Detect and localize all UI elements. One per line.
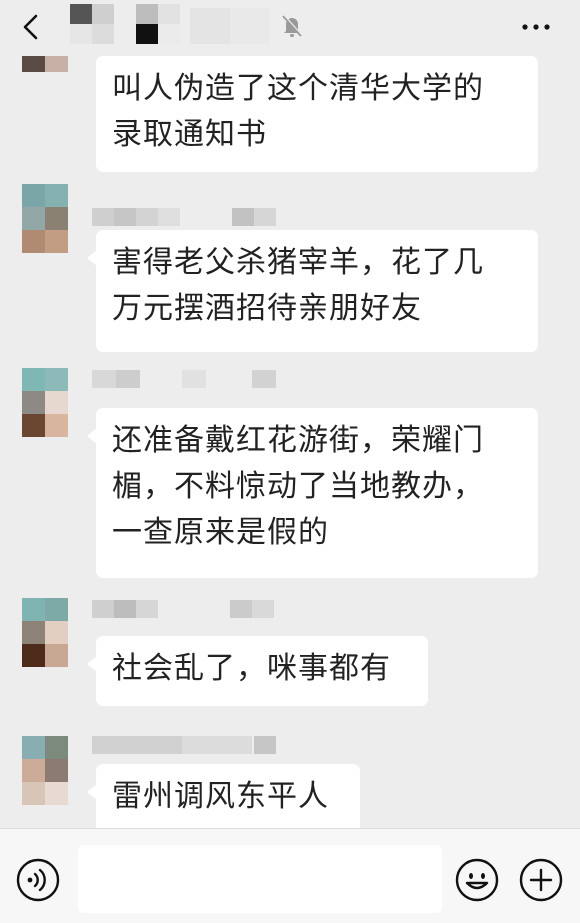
message-bubble[interactable]: 害得老父杀猪宰羊，花了几 万元摆酒招待亲朋好友 — [87, 230, 538, 352]
composer-bar — [0, 828, 580, 923]
voice-icon[interactable] — [15, 857, 61, 903]
sender-name-blurred — [92, 208, 282, 226]
message-bubble[interactable]: 叫人伪造了这个清华大学的 录取通知书 — [96, 56, 538, 172]
more-dots-icon[interactable] — [520, 14, 552, 40]
sender-name-blurred — [92, 370, 276, 388]
chat-message-list[interactable]: 叫人伪造了这个清华大学的 录取通知书 害得老父杀猪宰羊，花了几 万元摆酒招待亲朋… — [0, 56, 580, 828]
chat-title-blurred — [70, 4, 180, 44]
avatar-lower — [22, 782, 68, 805]
chat-header — [0, 0, 580, 56]
avatar[interactable] — [22, 598, 68, 644]
plus-icon[interactable] — [518, 857, 564, 903]
avatar[interactable] — [22, 56, 68, 72]
sender-name-blurred — [92, 736, 276, 754]
sender-name-blurred — [92, 600, 276, 618]
chat-title-blurred-2 — [190, 4, 270, 44]
message-bubble[interactable]: 还准备戴红花游街，荣耀门 楣，不料惊动了当地教办， 一查原来是假的 — [87, 408, 538, 578]
avatar-lower — [22, 644, 68, 667]
avatar[interactable] — [22, 184, 68, 230]
avatar[interactable] — [22, 736, 68, 782]
message-input[interactable] — [78, 845, 442, 913]
bell-off-icon — [282, 14, 303, 37]
chevron-left-icon[interactable] — [14, 10, 48, 44]
message-bubble[interactable]: 雷州调风东平人 — [87, 764, 360, 828]
message-bubble[interactable]: 社会乱了，咪事都有 — [87, 636, 428, 706]
emoji-icon[interactable] — [454, 857, 500, 903]
avatar[interactable] — [22, 368, 68, 414]
avatar-lower — [22, 414, 68, 437]
avatar-lower — [22, 230, 68, 253]
